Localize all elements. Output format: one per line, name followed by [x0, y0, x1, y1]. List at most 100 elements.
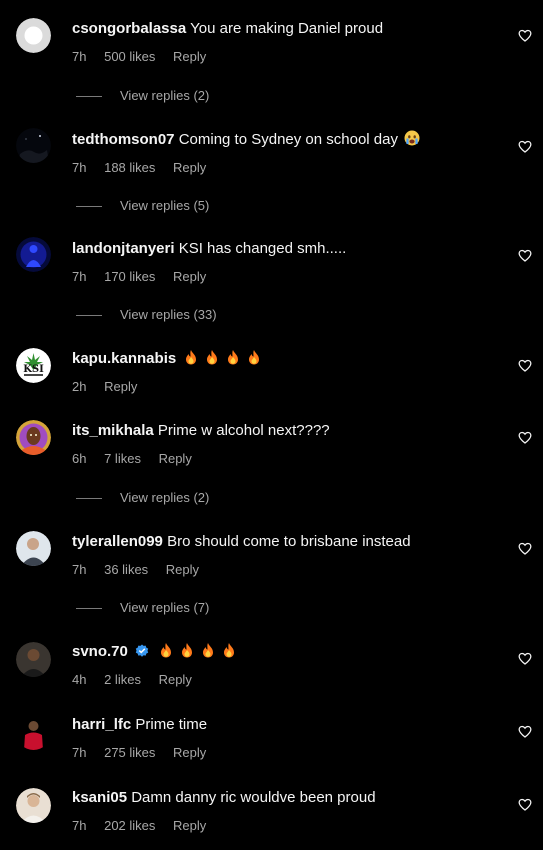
reply-button[interactable]: Reply [173, 818, 206, 833]
comment-line: svno.70 [72, 642, 243, 662]
view-replies-label: View replies (7) [120, 600, 210, 615]
view-replies-button[interactable]: View replies (7) [76, 600, 209, 616]
crying-face-emoji-icon [404, 130, 420, 146]
svg-text:KSI: KSI [23, 364, 44, 375]
divider-line [76, 608, 102, 610]
view-replies-button[interactable]: View replies (5) [76, 198, 209, 214]
like-heart-icon[interactable] [518, 798, 532, 811]
blue-figure-avatar[interactable] [16, 237, 51, 272]
comment-likes[interactable]: 2 likes [104, 672, 141, 687]
comment-line: tylerallen099 Bro should come to brisban… [72, 532, 411, 552]
portrait-avatar[interactable] [16, 420, 51, 455]
verified-badge-icon [135, 644, 149, 657]
comment-item: its_mikhala Prime w alcohol next???? 6h … [0, 410, 543, 520]
fire-emoji-icon [207, 350, 218, 365]
like-heart-icon[interactable] [518, 140, 532, 153]
dark-person-avatar[interactable] [16, 642, 51, 677]
comment-item: tylerallen099 Bro should come to brisban… [0, 520, 543, 630]
like-heart-icon[interactable] [518, 431, 532, 444]
comment-line: tedthomson07 Coming to Sydney on school … [72, 130, 420, 150]
comment-likes[interactable]: 500 likes [104, 49, 155, 64]
red-jersey-avatar[interactable] [16, 715, 51, 750]
comment-text: Damn danny ric wouldve been proud [131, 789, 376, 806]
comment-line: its_mikhala Prime w alcohol next???? [72, 421, 330, 441]
divider-line [76, 498, 102, 500]
comment-text: KSI has changed smh..... [178, 240, 347, 257]
divider-line [76, 206, 102, 208]
comment-meta: 2h Reply [72, 379, 151, 395]
fire-emoji-icon [224, 643, 235, 658]
fire-emoji-icon [186, 350, 197, 365]
comment-meta: 7h 170 likes Reply [72, 269, 220, 285]
comment-text: Prime w alcohol next???? [157, 422, 330, 439]
comment-item: harri_lfc Prime time 7h 275 likes Reply [0, 705, 543, 778]
comment-text: Prime time [135, 716, 208, 733]
comment-line: kapu.kannabis [72, 349, 268, 369]
comment-time: 6h [72, 451, 87, 466]
like-heart-icon[interactable] [518, 725, 532, 738]
view-replies-button[interactable]: View replies (2) [76, 490, 209, 506]
comment-meta: 7h 202 likes Reply [72, 818, 220, 834]
comment-likes[interactable]: 275 likes [104, 745, 155, 760]
comment-meta: 7h 188 likes Reply [72, 160, 220, 176]
comment-meta: 7h 36 likes Reply [72, 562, 213, 578]
reply-button[interactable]: Reply [159, 672, 192, 687]
comment-username[interactable]: svno.70 [72, 643, 128, 660]
comment-username[interactable]: landonjtanyeri [72, 240, 175, 257]
like-heart-icon[interactable] [518, 542, 532, 555]
comment-item: KSI kapu.kannabis 2h Reply [0, 330, 543, 410]
reply-button[interactable]: Reply [173, 269, 206, 284]
person-avatar[interactable] [16, 531, 51, 566]
night-sky-avatar[interactable] [16, 128, 51, 163]
comment-line: csongorbalassa You are making Daniel pro… [72, 19, 383, 39]
fire-emoji-group [184, 350, 268, 367]
like-heart-icon[interactable] [518, 652, 532, 665]
light-person-avatar[interactable] [16, 788, 51, 823]
like-heart-icon[interactable] [518, 29, 532, 42]
reply-button[interactable]: Reply [173, 745, 206, 760]
comment-likes[interactable]: 188 likes [104, 160, 155, 175]
comment-likes[interactable]: 7 likes [104, 451, 141, 466]
reply-button[interactable]: Reply [104, 379, 137, 394]
view-replies-label: View replies (2) [120, 88, 210, 103]
view-replies-button[interactable]: View replies (2) [76, 88, 209, 104]
fire-emoji-icon [161, 643, 172, 658]
comment-item: tedthomson07 Coming to Sydney on school … [0, 110, 543, 220]
comment-item: svno.70 4h 2 likes Reply [0, 630, 543, 705]
comment-username[interactable]: ksani05 [72, 789, 127, 806]
reply-button[interactable]: Reply [166, 562, 199, 577]
comment-username[interactable]: tylerallen099 [72, 533, 163, 550]
fire-emoji-group [159, 643, 243, 660]
comment-meta: 6h 7 likes Reply [72, 451, 206, 467]
reply-button[interactable]: Reply [173, 160, 206, 175]
comment-username[interactable]: tedthomson07 [72, 131, 175, 148]
view-replies-label: View replies (5) [120, 198, 210, 213]
comment-time: 4h [72, 672, 87, 687]
comment-likes[interactable]: 202 likes [104, 818, 155, 833]
view-replies-button[interactable]: View replies (33) [76, 307, 217, 323]
comment-item: ksani05 Damn danny ric wouldve been prou… [0, 778, 543, 850]
reply-button[interactable]: Reply [173, 49, 206, 64]
comment-time: 7h [72, 160, 87, 175]
comment-meta: 4h 2 likes Reply [72, 672, 206, 688]
ksi-logo-avatar[interactable]: KSI [16, 348, 51, 383]
comment-likes[interactable]: 170 likes [104, 269, 155, 284]
comment-likes[interactable]: 36 likes [104, 562, 148, 577]
comment-meta: 7h 500 likes Reply [72, 49, 220, 65]
comment-text: You are making Daniel proud [190, 20, 384, 37]
comment-username[interactable]: csongorbalassa [72, 20, 186, 37]
like-heart-icon[interactable] [518, 249, 532, 262]
comment-time: 7h [72, 745, 87, 760]
comment-username[interactable]: harri_lfc [72, 716, 131, 733]
like-heart-icon[interactable] [518, 359, 532, 372]
reply-button[interactable]: Reply [159, 451, 192, 466]
comment-line: harri_lfc Prime time [72, 715, 207, 735]
comment-username[interactable]: its_mikhala [72, 422, 154, 439]
fire-emoji-icon [249, 350, 260, 365]
view-replies-label: View replies (2) [120, 490, 210, 505]
comment-username[interactable]: kapu.kannabis [72, 350, 176, 367]
comment-item: landonjtanyeri KSI has changed smh..... … [0, 220, 543, 330]
comment-time: 7h [72, 818, 87, 833]
comment-meta: 7h 275 likes Reply [72, 745, 220, 761]
default-avatar[interactable] [16, 18, 51, 53]
